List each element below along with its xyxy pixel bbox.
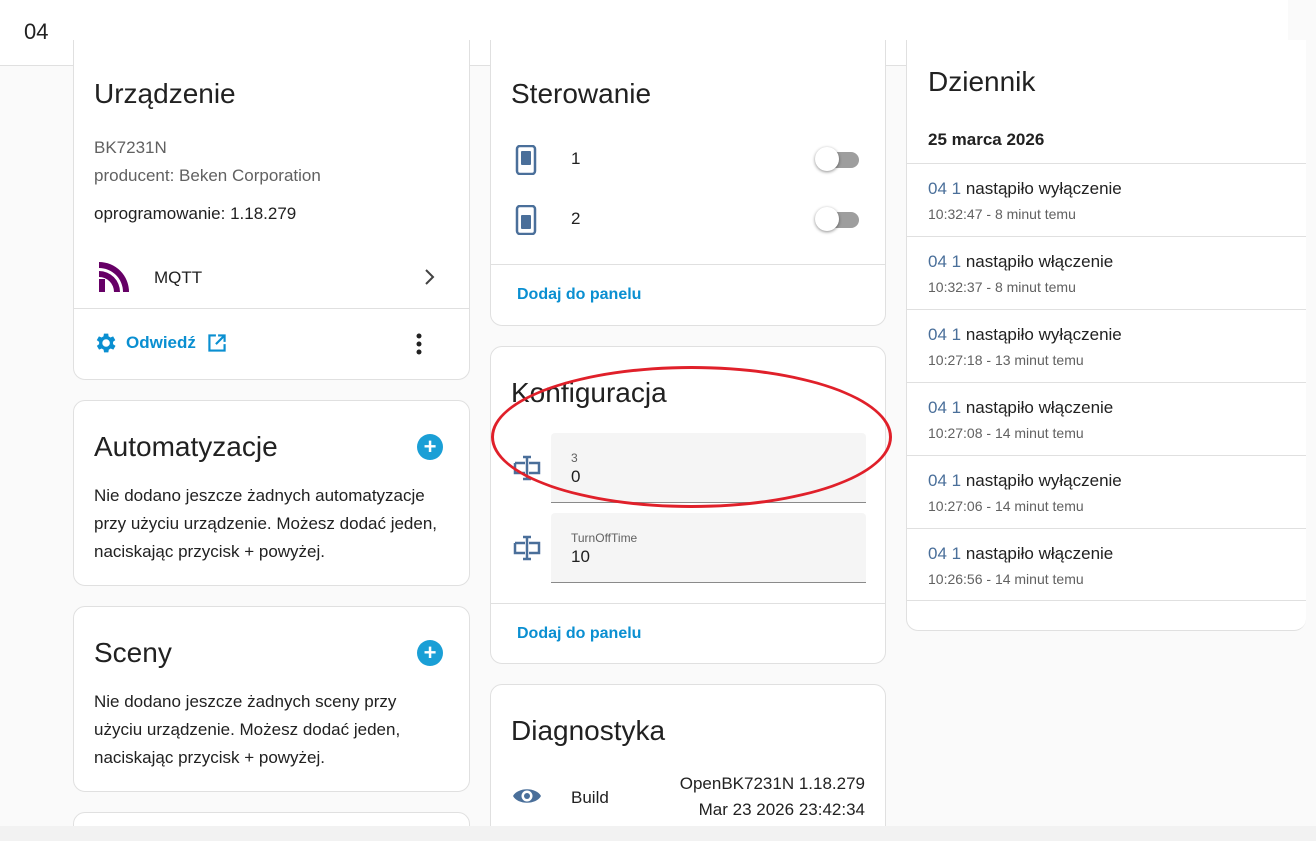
log-entry-time: 10:26:56 - 14 minut temu [928,571,1084,587]
log-entry-entity[interactable]: 04 1 [928,325,961,344]
control-toggle-2[interactable] [815,206,861,232]
automations-text-line-3: naciskając przycisk + powyżej. [94,542,326,561]
log-entry-entity[interactable]: 04 1 [928,544,961,563]
log-entry-time: 10:27:18 - 13 minut temu [928,352,1084,368]
config-field-3[interactable]: 3 0 [551,433,866,503]
log-entry: 04 1 nastąpiło włączenie 10:32:37 - 8 mi… [907,236,1306,309]
diagnostics-build-label: Build [571,788,609,807]
controls-add-to-panel-button[interactable]: Dodaj do panelu [517,286,641,304]
config-field-3-label: 3 [571,451,578,465]
log-entry-time: 10:27:08 - 14 minut temu [928,425,1084,441]
log-entry: 04 1 nastąpiło wyłączenie 10:27:06 - 14 … [907,455,1306,528]
mqtt-icon [99,262,129,292]
switch-device-icon [515,205,537,235]
add-automation-button[interactable]: + [417,434,443,460]
log-entry-action: nastąpiło włączenie [965,398,1114,417]
control-row-1: 1 [491,138,885,182]
configuration-divider [491,603,885,604]
log-entry: 04 1 nastąpiło wyłączenie 10:32:47 - 8 m… [907,163,1306,236]
log-entry-time: 10:32:37 - 8 minut temu [928,279,1076,295]
log-entry: 04 1 nastąpiło włączenie 10:27:08 - 14 m… [907,382,1306,455]
controls-title: Sterowanie [511,78,652,109]
config-field-turnofftime[interactable]: TurnOffTime 10 [551,513,866,583]
scenes-text-line-2: użyciu urządzenie. Możesz dodać jeden, [94,720,401,739]
log-entry-entity[interactable]: 04 1 [928,471,961,490]
configuration-title: Konfiguracja [511,377,667,408]
mqtt-integration-row[interactable]: MQTT [74,245,469,309]
log-entry-time: 10:27:06 - 14 minut temu [928,498,1084,514]
switch-device-icon [515,145,537,175]
logbook-card: Dziennik 25 marca 2026 04 1 nastąpiło wy… [906,40,1306,631]
log-entry: 04 1 nastąpiło wyłączenie 10:27:18 - 13 … [907,309,1306,382]
automations-title: Automatyzacje [94,431,278,462]
automations-text-line-2: przy użyciu urządzenie. Możesz dodać jed… [94,514,438,533]
chevron-right-icon [425,269,435,285]
config-field-3-value: 0 [571,467,581,486]
log-entry-action: nastąpiło włączenie [965,252,1114,271]
config-field-turnofftime-label: TurnOffTime [571,531,638,545]
controls-card: Sterowanie 1 2 Dodaj do panelu [490,40,886,326]
control-row-2: 2 [491,198,885,242]
scenes-title: Sceny [94,637,172,668]
configuration-card: Konfiguracja 3 0 TurnOffTime 10 Dodaj do… [490,346,886,664]
log-entry-action: nastąpiło wyłączenie [965,179,1122,198]
control-label-1: 1 [571,149,581,168]
control-toggle-1[interactable] [815,146,861,172]
automations-text-line-1: Nie dodano jeszcze żadnych automatyzacje [94,486,425,505]
gear-icon [96,333,116,353]
log-entry: 04 1 nastąpiło włączenie 10:26:56 - 14 m… [907,528,1306,601]
config-add-to-panel-button[interactable]: Dodaj do panelu [517,625,641,643]
log-entry-action: nastąpiło wyłączenie [965,471,1122,490]
diagnostics-build-value-line-2: Mar 23 2026 23:42:34 [698,800,865,819]
device-name-title: 04 [24,19,49,44]
log-entry-action: nastąpiło wyłączenie [965,325,1122,344]
diagnostics-card: Diagnostyka Build OpenBK7231N 1.18.279 M… [490,684,886,841]
bottom-strip [0,826,1316,841]
scenes-text-line-1: Nie dodano jeszcze żadnych sceny przy [94,692,397,711]
device-card-title: Urządzenie [94,78,236,109]
log-entry-entity[interactable]: 04 1 [928,398,961,417]
logbook-title: Dziennik [928,66,1036,97]
eye-icon [513,789,541,803]
log-entry-entity[interactable]: 04 1 [928,252,961,271]
open-in-new-icon [208,334,226,352]
scenes-card: Sceny + Nie dodano jeszcze żadnych sceny… [73,606,470,792]
numeric-input-icon [513,455,541,481]
visit-button[interactable]: Odwiedź [92,330,230,356]
device-info-card: Urządzenie BK7231N producent: Beken Corp… [73,40,470,380]
visit-label: Odwiedź [126,333,196,352]
diagnostics-title: Diagnostyka [511,715,666,746]
numeric-input-icon [513,535,541,561]
device-firmware: oprogramowanie: 1.18.279 [94,204,297,223]
device-model: BK7231N [94,138,167,157]
log-entry-entity[interactable]: 04 1 [928,179,961,198]
automations-card: Automatyzacje + Nie dodano jeszcze żadny… [73,400,470,586]
diagnostics-build-value-line-1: OpenBK7231N 1.18.279 [679,774,865,793]
add-scene-button[interactable]: + [417,640,443,666]
more-vert-icon[interactable] [413,332,425,356]
device-manufacturer: producent: Beken Corporation [94,166,321,185]
config-field-turnofftime-value: 10 [571,547,590,566]
log-entry-action: nastąpiło włączenie [965,544,1114,563]
mqtt-label: MQTT [154,268,203,287]
log-entry-time: 10:32:47 - 8 minut temu [928,206,1076,222]
control-label-2: 2 [571,209,581,228]
device-card-divider [74,308,469,309]
logbook-date: 25 marca 2026 [928,130,1045,149]
controls-divider [491,264,885,265]
scenes-text-line-3: naciskając przycisk + powyżej. [94,748,326,767]
